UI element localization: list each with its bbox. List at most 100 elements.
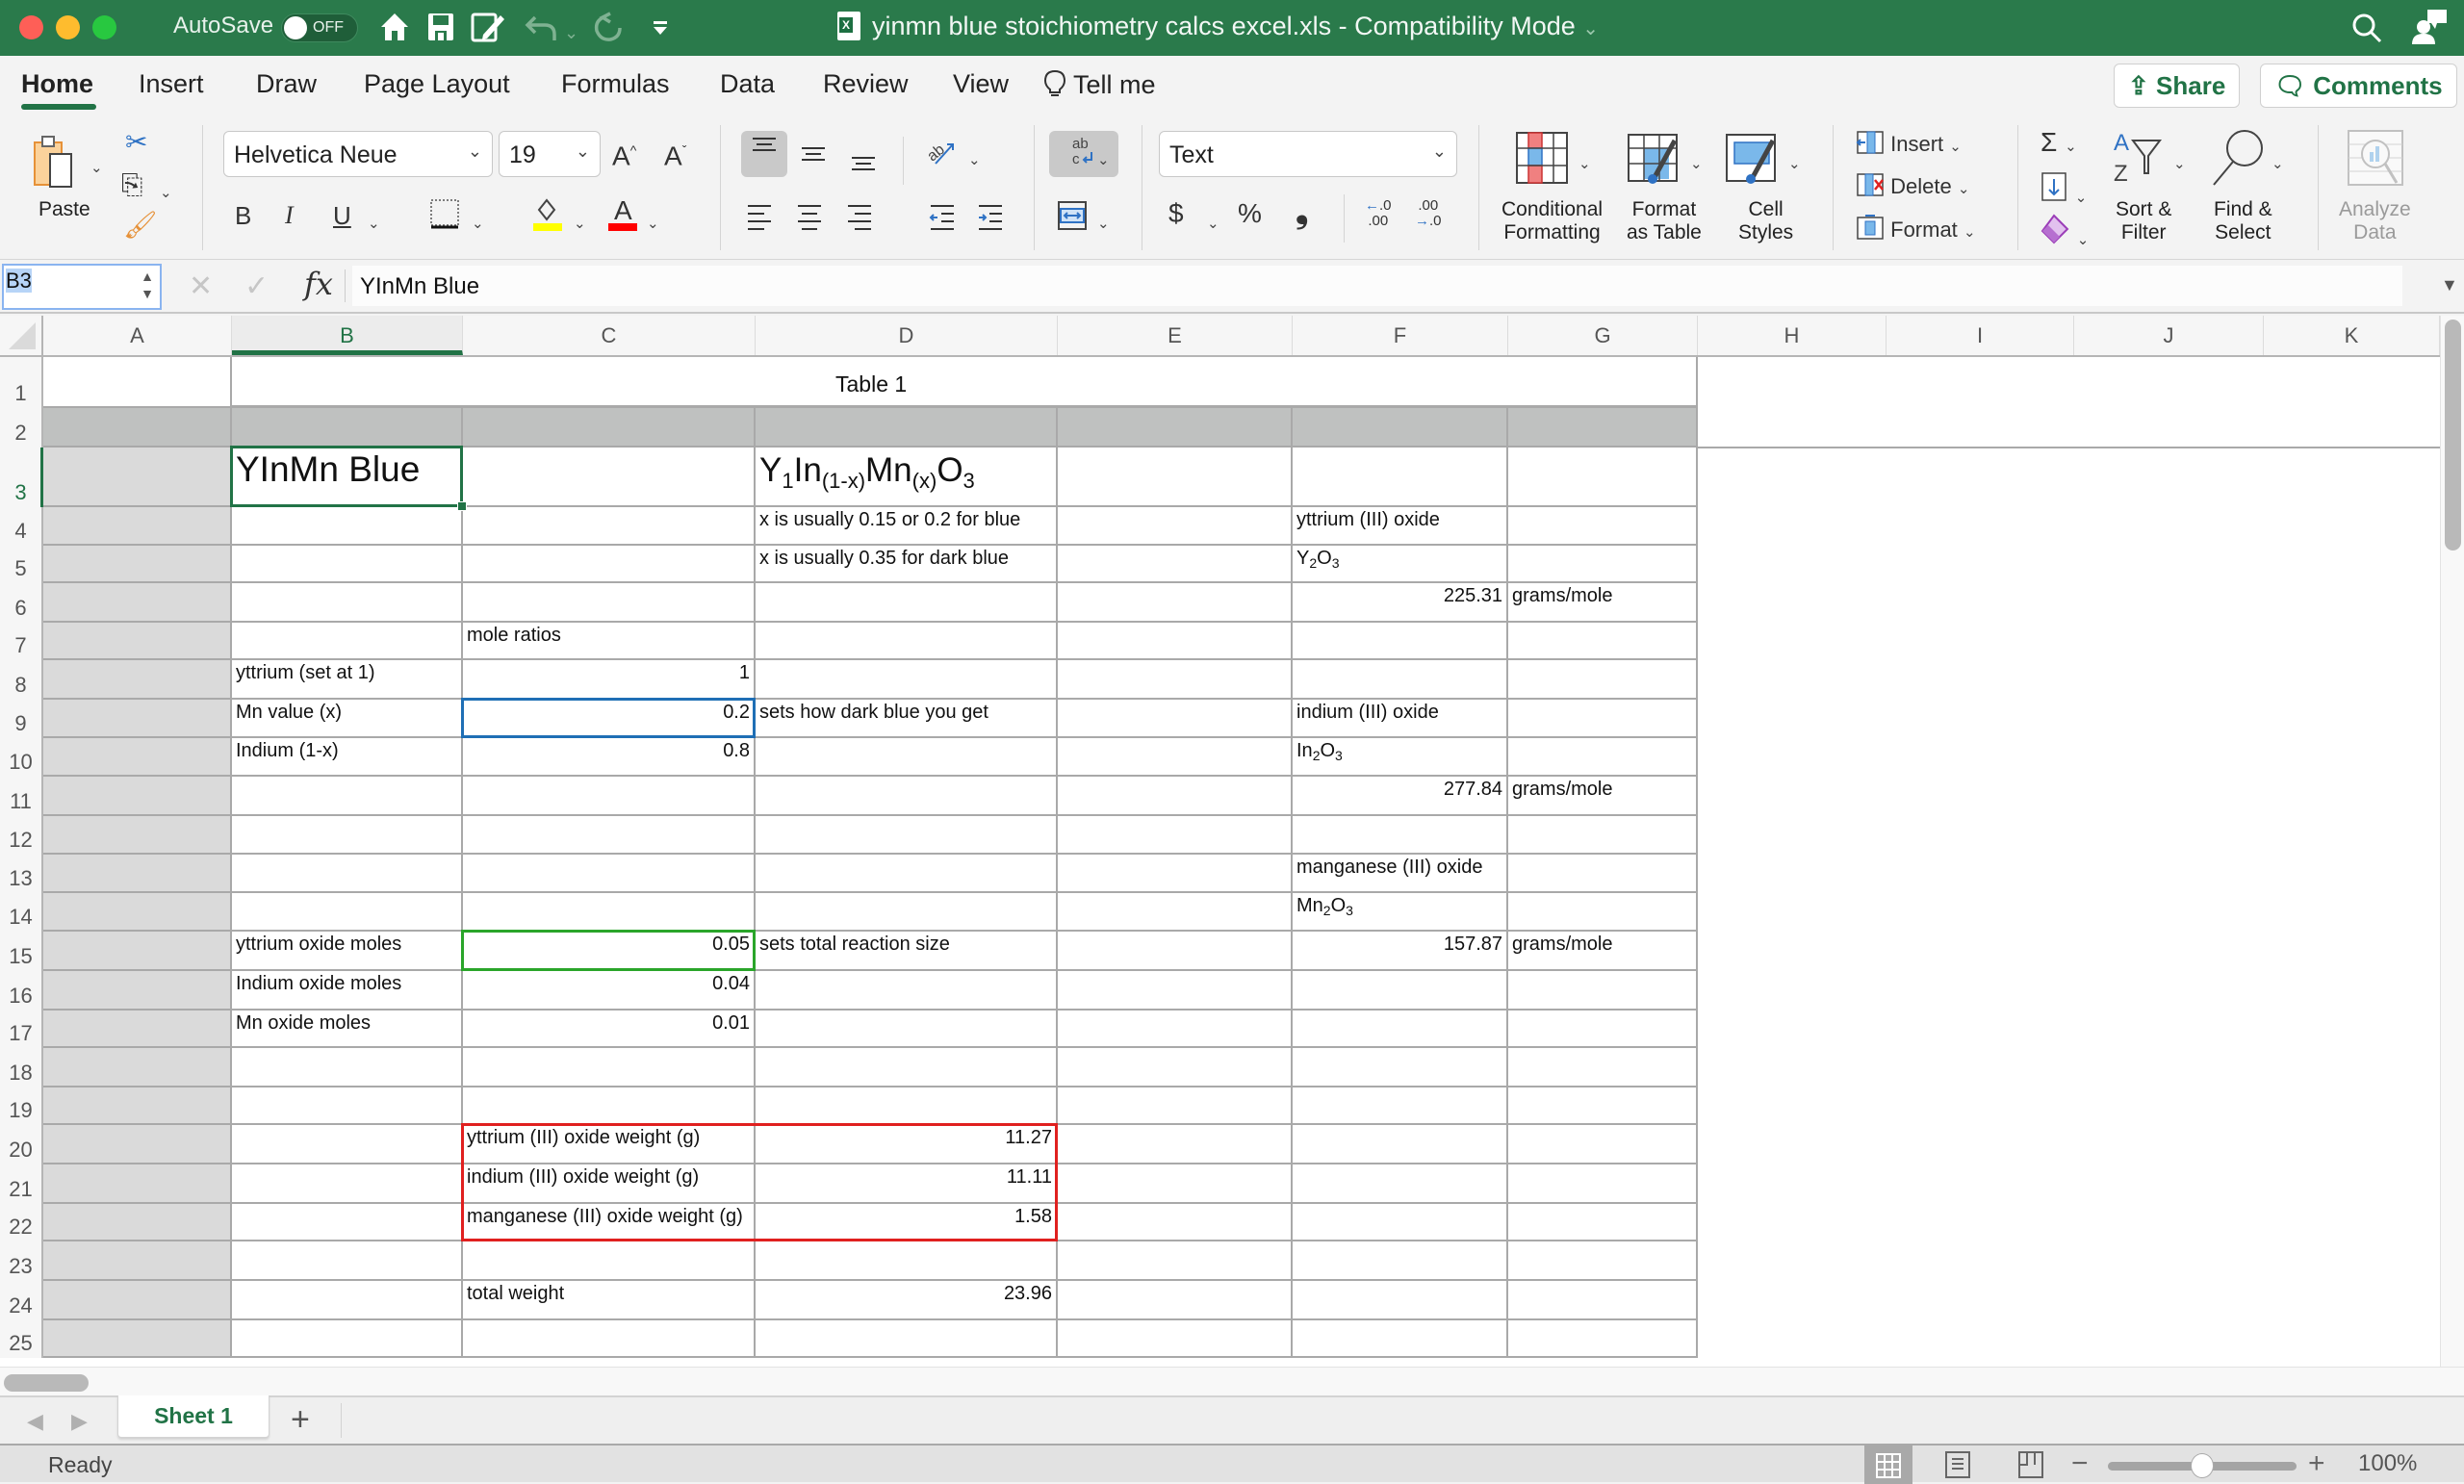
cell-f11[interactable]: 277.84 xyxy=(1293,777,1508,816)
find-select-icon[interactable] xyxy=(2208,127,2268,193)
formula-input[interactable]: YInMn Blue xyxy=(352,266,2402,306)
cell-b9[interactable]: Mn value (x) xyxy=(232,700,463,738)
cell-d5[interactable]: x is usually 0.35 for dark blue xyxy=(756,546,1058,583)
cell-d17[interactable] xyxy=(756,1011,1058,1048)
cell-f24[interactable] xyxy=(1293,1281,1508,1320)
row-header-7[interactable]: 7 xyxy=(0,623,43,660)
cell-a5[interactable] xyxy=(43,546,232,583)
decrease-font-size-icon[interactable]: Aˇ xyxy=(664,135,686,171)
cell-f3[interactable] xyxy=(1293,448,1508,507)
row-header-15[interactable]: 15 xyxy=(0,932,43,971)
cell-d2[interactable] xyxy=(756,408,1058,448)
cell-f12[interactable] xyxy=(1293,816,1508,855)
cell-c20[interactable]: yttrium (III) oxide weight (g) xyxy=(463,1125,756,1164)
cell-d10[interactable] xyxy=(756,738,1058,777)
cell-a14[interactable] xyxy=(43,893,232,932)
row-header-16[interactable]: 16 xyxy=(0,971,43,1011)
cell-f10[interactable]: In2O3 xyxy=(1293,738,1508,777)
increase-indent-button[interactable] xyxy=(976,198,1005,240)
wrap-text-dropdown-icon[interactable]: ⌄ xyxy=(1097,141,1110,176)
cell-b5[interactable] xyxy=(232,546,463,583)
merge-dropdown-icon[interactable]: ⌄ xyxy=(1097,204,1110,240)
cell-g17[interactable] xyxy=(1508,1011,1698,1048)
home-icon[interactable] xyxy=(377,10,412,51)
align-top-button[interactable] xyxy=(741,131,787,177)
row-header-23[interactable]: 23 xyxy=(0,1241,43,1281)
cell-f16[interactable] xyxy=(1293,971,1508,1011)
cell-d22[interactable]: 1.58 xyxy=(756,1204,1058,1241)
cell-g19[interactable] xyxy=(1508,1087,1698,1125)
cell-b24[interactable] xyxy=(232,1281,463,1320)
find-select-dropdown-icon[interactable]: ⌄ xyxy=(2272,144,2284,180)
cell-c17[interactable]: 0.01 xyxy=(463,1011,756,1048)
cell-styles-dropdown-icon[interactable]: ⌄ xyxy=(1788,144,1801,180)
cell-d25[interactable] xyxy=(756,1320,1058,1358)
cell-e13[interactable] xyxy=(1058,855,1293,893)
fill-button[interactable]: ⌄ xyxy=(2040,171,2087,214)
cell-g7[interactable] xyxy=(1508,623,1698,660)
cell-b17[interactable]: Mn oxide moles xyxy=(232,1011,463,1048)
align-center-button[interactable] xyxy=(795,198,824,240)
cell-f21[interactable] xyxy=(1293,1164,1508,1204)
cell-d7[interactable] xyxy=(756,623,1058,660)
align-left-button[interactable] xyxy=(745,198,774,240)
fill-color-button[interactable] xyxy=(531,196,564,238)
decrease-indent-button[interactable] xyxy=(928,198,957,240)
cell-f25[interactable] xyxy=(1293,1320,1508,1358)
cell-a11[interactable] xyxy=(43,777,232,816)
format-as-table-label[interactable]: Format as Table xyxy=(1627,198,1702,244)
row-header-13[interactable]: 13 xyxy=(0,855,43,893)
row-header-6[interactable]: 6 xyxy=(0,583,43,623)
add-sheet-button[interactable]: + xyxy=(291,1401,310,1439)
cell-b12[interactable] xyxy=(232,816,463,855)
row-header-24[interactable]: 24 xyxy=(0,1281,43,1320)
column-header-k[interactable]: K xyxy=(2264,316,2440,355)
cell-b10[interactable]: Indium (1-x) xyxy=(232,738,463,777)
merge-center-button[interactable] xyxy=(1057,198,1088,240)
cell-b25[interactable] xyxy=(232,1320,463,1358)
column-header-a[interactable]: A xyxy=(43,316,232,355)
cell-a22[interactable] xyxy=(43,1204,232,1241)
currency-button[interactable]: $ xyxy=(1168,198,1184,229)
column-header-e[interactable]: E xyxy=(1058,316,1293,355)
insert-cells-button[interactable]: Insert ⌄ xyxy=(1856,129,1962,163)
cell-c18[interactable] xyxy=(463,1048,756,1087)
cell-g5[interactable] xyxy=(1508,546,1698,583)
cell-d4[interactable]: x is usually 0.15 or 0.2 for blue xyxy=(756,507,1058,546)
row-header-14[interactable]: 14 xyxy=(0,893,43,932)
cell-g21[interactable] xyxy=(1508,1164,1698,1204)
cell-f22[interactable] xyxy=(1293,1204,1508,1241)
insert-function-icon[interactable]: fx xyxy=(304,266,333,302)
align-right-button[interactable] xyxy=(845,198,874,240)
select-all-button[interactable] xyxy=(0,316,43,355)
cell-f20[interactable] xyxy=(1293,1125,1508,1164)
sort-filter-icon[interactable]: AZ xyxy=(2112,127,2169,193)
cell-c1[interactable] xyxy=(463,357,756,408)
row-header-5[interactable]: 5 xyxy=(0,546,43,583)
edit-document-icon[interactable] xyxy=(470,10,508,51)
column-header-j[interactable]: J xyxy=(2074,316,2264,355)
row-header-21[interactable]: 21 xyxy=(0,1164,43,1204)
cell-e3[interactable] xyxy=(1058,448,1293,507)
autosum-button[interactable]: Σ ⌄ xyxy=(2040,127,2077,163)
cell-e19[interactable] xyxy=(1058,1087,1293,1125)
cell-b2[interactable] xyxy=(232,408,463,448)
cell-d20[interactable]: 11.27 xyxy=(756,1125,1058,1164)
customize-toolbar-icon[interactable] xyxy=(651,10,670,51)
cell-c11[interactable] xyxy=(463,777,756,816)
font-color-button[interactable]: A xyxy=(606,195,639,238)
normal-view-button[interactable] xyxy=(1864,1446,1912,1484)
cell-d6[interactable] xyxy=(756,583,1058,623)
row-header-1[interactable]: 1 xyxy=(0,357,43,408)
cut-icon[interactable]: ✂ xyxy=(125,127,147,158)
cell-d16[interactable] xyxy=(756,971,1058,1011)
cell-g13[interactable] xyxy=(1508,855,1698,893)
find-select-label[interactable]: Find & Select xyxy=(2214,198,2272,244)
cell-g14[interactable] xyxy=(1508,893,1698,932)
cell-b14[interactable] xyxy=(232,893,463,932)
row-header-12[interactable]: 12 xyxy=(0,816,43,855)
cell-f9[interactable]: indium (III) oxide xyxy=(1293,700,1508,738)
cell-a17[interactable] xyxy=(43,1011,232,1048)
cell-b4[interactable] xyxy=(232,507,463,546)
cell-g9[interactable] xyxy=(1508,700,1698,738)
